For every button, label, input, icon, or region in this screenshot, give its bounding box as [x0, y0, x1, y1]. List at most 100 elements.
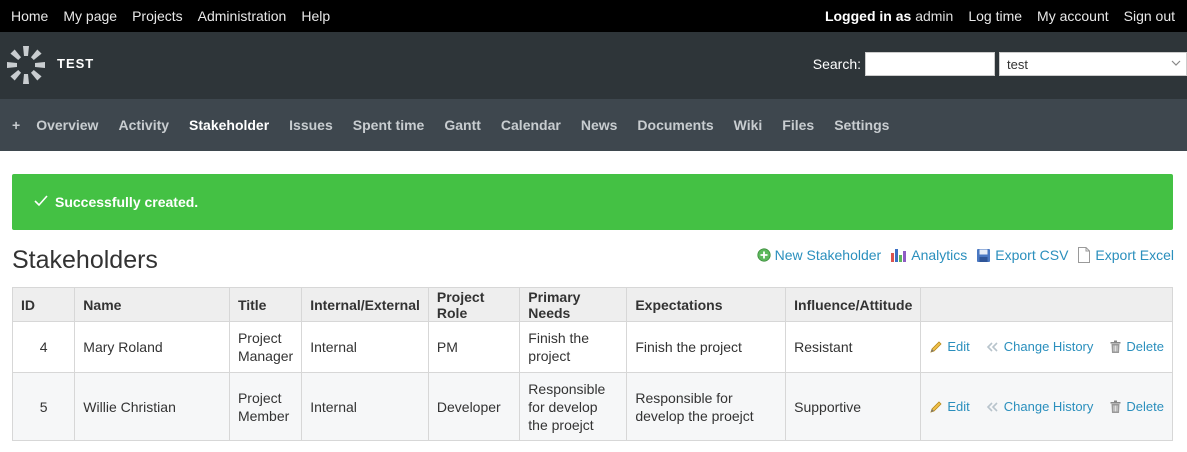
top-link-log-time[interactable]: Log time [968, 8, 1022, 24]
column-header-title[interactable]: Title [228, 287, 303, 322]
export-csv-label: Export CSV [995, 247, 1069, 263]
tab-news[interactable]: News [581, 117, 618, 133]
new-stakeholder-label: New Stakeholder [774, 247, 882, 263]
flash-message: Successfully created. [55, 194, 199, 210]
tab-settings[interactable]: Settings [834, 117, 889, 133]
export-excel-link[interactable]: Export Excel [1077, 247, 1174, 263]
table-header-row: ID Name Title Internal/External Project … [11, 287, 1173, 322]
search-label: Search: [812, 56, 861, 72]
top-link-my-page[interactable]: My page [63, 8, 117, 24]
top-menu: Home My page Projects Administration Hel… [0, 0, 1187, 32]
document-icon [1078, 247, 1091, 263]
column-header-internal-external[interactable]: Internal/External [301, 287, 429, 322]
tab-overview[interactable]: Overview [36, 117, 98, 133]
cell-title: Project Member [228, 372, 303, 441]
chart-icon [891, 249, 907, 262]
cell-project-role: Developer [427, 372, 521, 441]
change-history-label: Change History [1003, 339, 1094, 354]
chevron-down-icon [1170, 57, 1182, 72]
cell-influence: Supportive [785, 372, 922, 441]
tab-activity[interactable]: Activity [118, 117, 169, 133]
stakeholders-table: ID Name Title Internal/External Project … [11, 287, 1173, 441]
column-header-actions [920, 287, 1173, 322]
cell-name: Willie Christian [74, 372, 230, 441]
table-row: 4 Mary Roland Project Manager Internal P… [11, 321, 1173, 373]
history-icon [986, 342, 998, 352]
cell-actions: Edit Change History Delete [920, 372, 1173, 441]
new-stakeholder-link[interactable]: New Stakeholder [757, 247, 882, 263]
trash-icon [1110, 340, 1121, 353]
project-title: TEST [57, 56, 95, 71]
contextual-actions: New Stakeholder Analytics Export CSV Exp… [748, 247, 1174, 263]
tab-files[interactable]: Files [782, 117, 814, 133]
delete-label: Delete [1126, 339, 1164, 354]
row-actions: Edit Change History Delete [929, 398, 1164, 416]
header: TEST Search: test [0, 32, 1187, 99]
row-actions: Edit Change History Delete [929, 338, 1164, 356]
logged-in-prefix: Logged in as [824, 8, 912, 24]
cell-name: Mary Roland [74, 321, 230, 373]
column-header-name[interactable]: Name [74, 287, 230, 322]
delete-link[interactable]: Delete [1109, 338, 1164, 356]
cell-expectations: Finish the project [626, 321, 787, 373]
logo-icon [7, 46, 45, 84]
top-link-home[interactable]: Home [11, 8, 48, 24]
top-link-sign-out[interactable]: Sign out [1124, 8, 1175, 24]
export-csv-link[interactable]: Export CSV [976, 247, 1068, 263]
change-history-link[interactable]: Change History [986, 398, 1094, 416]
top-link-administration[interactable]: Administration [198, 8, 287, 24]
quick-search: Search: test [813, 52, 1187, 76]
column-header-id[interactable]: ID [11, 287, 76, 322]
search-input[interactable] [865, 52, 995, 76]
top-link-my-account[interactable]: My account [1037, 8, 1109, 24]
logged-in-user-link[interactable]: admin [915, 8, 953, 24]
change-history-label: Change History [1003, 398, 1094, 414]
edit-label: Edit [947, 398, 970, 414]
top-link-help[interactable]: Help [301, 8, 330, 24]
change-history-link[interactable]: Change History [986, 338, 1094, 356]
page-title: Stakeholders [12, 246, 158, 274]
cell-id: 4 [11, 321, 76, 373]
cell-internal-external: Internal [301, 372, 429, 441]
new-object-plus[interactable]: + [12, 117, 20, 133]
delete-label: Delete [1126, 398, 1164, 414]
pencil-icon [930, 400, 942, 413]
add-icon [757, 248, 771, 262]
column-header-expectations[interactable]: Expectations [626, 287, 787, 322]
cell-actions: Edit Change History Delete [920, 321, 1173, 373]
analytics-label: Analytics [911, 247, 968, 263]
cell-expectations: Responsible for develop the proejct [626, 372, 787, 441]
history-icon [986, 401, 998, 412]
cell-primary-needs: Finish the project [519, 321, 628, 373]
main-menu: + Overview Activity Stakeholder Issues S… [0, 99, 1187, 151]
cell-primary-needs: Responsible for develop the proejct [519, 372, 628, 441]
edit-link[interactable]: Edit [929, 398, 970, 416]
tab-calendar[interactable]: Calendar [501, 117, 561, 133]
logged-in-status: Logged in as admin [825, 8, 953, 24]
edit-link[interactable]: Edit [929, 338, 970, 356]
cell-internal-external: Internal [301, 321, 429, 373]
tab-stakeholder[interactable]: Stakeholder [189, 117, 269, 133]
cell-id: 5 [11, 372, 76, 441]
column-header-primary-needs[interactable]: Primary Needs [519, 287, 628, 322]
top-menu-right: Logged in as admin Log time My account S… [825, 8, 1175, 24]
tab-documents[interactable]: Documents [637, 117, 713, 133]
project-jump-select[interactable]: test [999, 52, 1187, 76]
tab-spent-time[interactable]: Spent time [353, 117, 425, 133]
column-header-project-role[interactable]: Project Role [427, 287, 521, 322]
tab-wiki[interactable]: Wiki [734, 117, 763, 133]
analytics-link[interactable]: Analytics [890, 247, 967, 263]
tab-issues[interactable]: Issues [289, 117, 333, 133]
top-link-projects[interactable]: Projects [132, 8, 183, 24]
delete-link[interactable]: Delete [1109, 398, 1164, 416]
pencil-icon [930, 341, 942, 353]
flash-notice: Successfully created. [12, 174, 1173, 230]
project-jump-value: test [1007, 57, 1028, 72]
tab-gantt[interactable]: Gantt [444, 117, 481, 133]
column-header-influence[interactable]: Influence/Attitude [785, 287, 922, 322]
check-icon [34, 194, 48, 210]
table-row: 5 Willie Christian Project Member Intern… [11, 372, 1173, 441]
cell-project-role: PM [427, 321, 521, 373]
top-menu-left: Home My page Projects Administration Hel… [11, 8, 345, 24]
export-excel-label: Export Excel [1095, 247, 1174, 263]
